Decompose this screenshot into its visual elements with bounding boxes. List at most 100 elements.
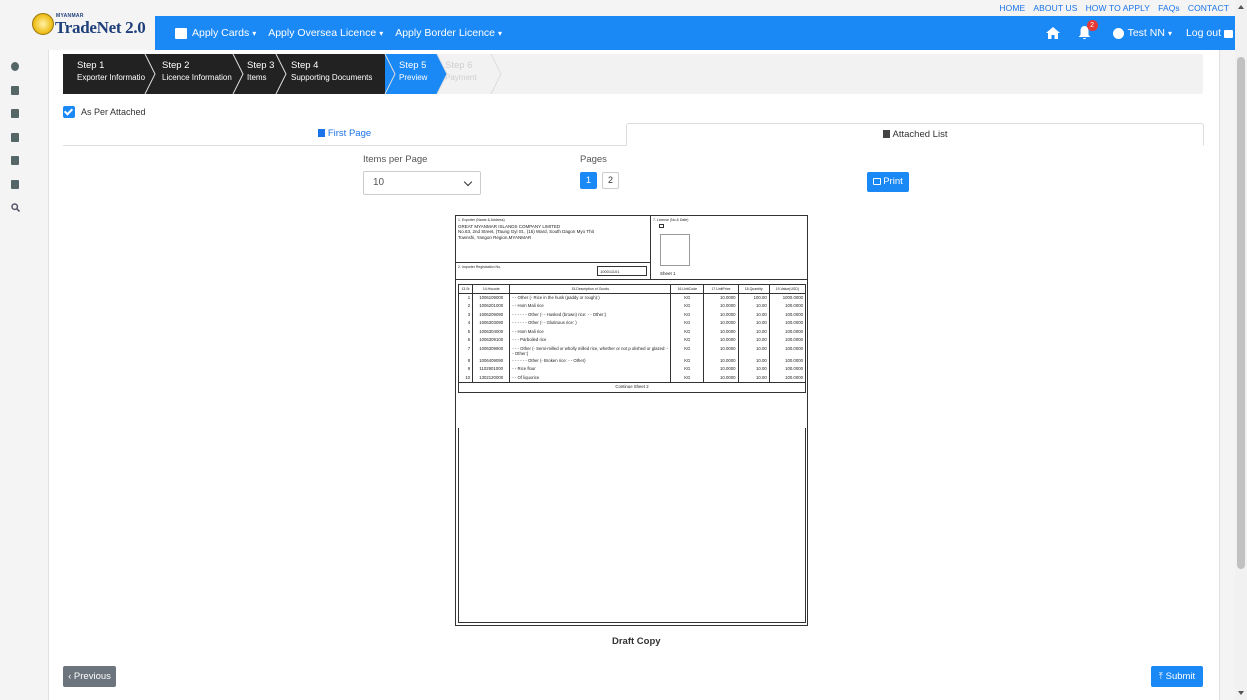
item-cell: 10.00 <box>737 319 770 328</box>
item-row: 4 1006303090- - - - - - Other (- - Glutin… <box>457 319 807 328</box>
as-per-attached-label: As Per Attached <box>81 107 146 117</box>
item-cell: KG <box>670 293 705 302</box>
preview-tabs: First Page Attached List <box>63 123 1204 146</box>
col-unitprice: 17.UnitPrice <box>703 284 739 294</box>
scroll-up-arrow-icon[interactable] <box>1238 5 1244 9</box>
item-cell: 100.0000 <box>768 373 807 382</box>
menu-apply-cards[interactable]: Apply Cards ▾ <box>175 27 256 39</box>
item-cell: 1006209090 <box>472 310 511 319</box>
sidebar-document-icon[interactable] <box>0 126 30 150</box>
items-per-page-select[interactable]: 10 <box>363 171 481 195</box>
item-cell: 8 <box>457 356 474 365</box>
items-table-header: 13.Sr 14.Hscode 15.Description of Goods … <box>457 284 807 294</box>
item-cell: 1006309100 <box>472 336 511 345</box>
item-cell: 100.0000 <box>768 365 807 374</box>
main-menu: Apply Cards ▾ Apply Oversea Licence ▾ Ap… <box>175 16 591 193</box>
sidebar-edit-doc-icon[interactable] <box>0 102 30 126</box>
item-cell: 10.00 <box>737 344 770 357</box>
item-row: 6 1006309100- - - Parboiled rice KG 10.0000… <box>457 336 807 345</box>
submit-button[interactable]: ⤒ Submit <box>1151 666 1203 687</box>
main-panel: Step 1 Exporter Information Step 2 Licen… <box>48 50 1220 700</box>
item-cell: 10.0000 <box>703 356 739 365</box>
notification-bell[interactable]: 2 <box>1078 20 1098 40</box>
caret-down-icon: ▾ <box>498 28 503 38</box>
col-hscode: 14.Hscode <box>472 284 511 294</box>
scrollbar-thumb[interactable] <box>1237 57 1245 569</box>
item-cell: - - - Other (- Semi-milled or wholly mil… <box>509 344 672 357</box>
as-per-attached-checkbox[interactable] <box>63 106 75 118</box>
col-quantity: 18.Quantity <box>737 284 770 294</box>
menu-apply-border-licence[interactable]: Apply Border Licence ▾ <box>395 27 591 193</box>
item-cell: 9 <box>457 365 474 374</box>
item-cell: 5 <box>457 327 474 336</box>
print-button[interactable]: Print <box>867 172 909 192</box>
user-menu[interactable]: Test NN ▾ <box>1112 27 1172 39</box>
item-cell: 1 <box>457 293 474 302</box>
top-link-contact[interactable]: CONTACT <box>1188 3 1229 13</box>
item-cell: 10.0000 <box>703 310 739 319</box>
tab-first-page[interactable]: First Page <box>63 123 626 146</box>
logo-emblem-icon <box>32 13 54 35</box>
item-cell: 10.00 <box>737 373 770 382</box>
top-link-home[interactable]: HOME <box>999 3 1025 13</box>
wizard-steps: Step 1 Exporter Information Step 2 Licen… <box>63 54 1203 94</box>
header-right: 2 Test NN ▾ Log out <box>1045 16 1235 50</box>
menu-apply-oversea-licence[interactable]: Apply Oversea Licence ▾ <box>268 27 591 193</box>
top-link-faqs[interactable]: FAQs <box>1158 3 1180 13</box>
top-link-about[interactable]: ABOUT US <box>1033 3 1077 13</box>
sidebar-edit-doc-icon-2[interactable] <box>0 149 30 173</box>
scroll-down-arrow-icon[interactable] <box>1238 691 1244 695</box>
header-bar: Apply Cards ▾ Apply Oversea Licence ▾ Ap… <box>155 16 1235 193</box>
lock-icon <box>1224 30 1233 38</box>
caret-down-icon: ▾ <box>379 28 384 38</box>
menu-apply-border-label: Apply Border Licence <box>395 27 496 39</box>
item-row: 1 1006109000- - Other (- Rice in the husk… <box>457 293 807 302</box>
item-cell: 100.0000 <box>768 319 807 328</box>
item-cell: 100.0000 <box>768 310 807 319</box>
col-description: 15.Description of Goods <box>509 284 672 294</box>
sidebar-dashboard-icon[interactable] <box>0 55 30 79</box>
sidebar-search-icon[interactable] <box>0 196 30 220</box>
importer-registration-number: 100011101 <box>597 266 647 276</box>
items-per-page-label: Items per Page <box>363 154 428 165</box>
item-cell: 100.0000 <box>768 302 807 311</box>
menu-apply-oversea-label: Apply Oversea Licence <box>268 27 377 39</box>
top-link-how-to-apply[interactable]: HOW TO APPLY <box>1086 3 1151 13</box>
tab-first-page-label: First Page <box>327 128 372 139</box>
item-cell: 10.0000 <box>703 319 739 328</box>
item-cell: KG <box>670 365 705 374</box>
item-cell: - - Hom Mali rice <box>509 327 672 336</box>
item-cell: 1006409090 <box>472 356 511 365</box>
left-icon-sidebar <box>0 55 30 220</box>
printer-icon <box>873 178 882 185</box>
tab-attached-list[interactable]: Attached List <box>626 123 1204 146</box>
page-button-1[interactable]: 1 <box>580 172 597 189</box>
item-cell: 100.00 <box>737 293 770 302</box>
as-per-attached-checkbox-row[interactable]: As Per Attached <box>63 106 146 118</box>
exporter-address-line2: Townshi, Yangon Region,MYANMAR <box>458 234 532 240</box>
item-cell: 100.0000 <box>768 327 807 336</box>
vertical-scrollbar[interactable] <box>1235 0 1247 700</box>
page-button-2[interactable]: 2 <box>602 172 619 189</box>
item-cell: 7 <box>457 344 474 357</box>
logout-link[interactable]: Log out <box>1186 27 1233 39</box>
item-row: 3 1006209090- - - - - - Other (- - Husked… <box>457 310 807 319</box>
sheet-number: Sheet 1 <box>660 271 676 276</box>
print-label: Print <box>883 176 903 187</box>
sidebar-cards-icon[interactable] <box>0 79 30 103</box>
item-cell: - - Of liquorice <box>509 373 672 382</box>
home-icon[interactable] <box>1045 27 1060 39</box>
items-table: 13.Sr 14.Hscode 15.Description of Goods … <box>457 284 807 393</box>
sidebar-document-icon-2[interactable] <box>0 173 30 197</box>
item-row: 10 1302120000- - Of liquorice KG 10.0000 10.… <box>457 373 807 382</box>
licence-image-placeholder <box>660 234 690 266</box>
previous-button[interactable]: ‹ Previous <box>63 666 116 687</box>
item-cell: 10.0000 <box>703 327 739 336</box>
user-circle-icon <box>1112 27 1124 39</box>
tradenet-logo[interactable]: MYANMAR TradeNet 2.0 <box>28 10 156 46</box>
item-cell: 100.0000 <box>768 344 807 357</box>
licence-box: 7. License (No & Date) Sheet 1 <box>651 216 808 280</box>
tab-attached-list-label: Attached List <box>892 129 948 140</box>
item-row: 9 1102901000- - Rice flour KG 10.0000 10.00 1… <box>457 365 807 374</box>
logout-label: Log out <box>1185 27 1221 39</box>
